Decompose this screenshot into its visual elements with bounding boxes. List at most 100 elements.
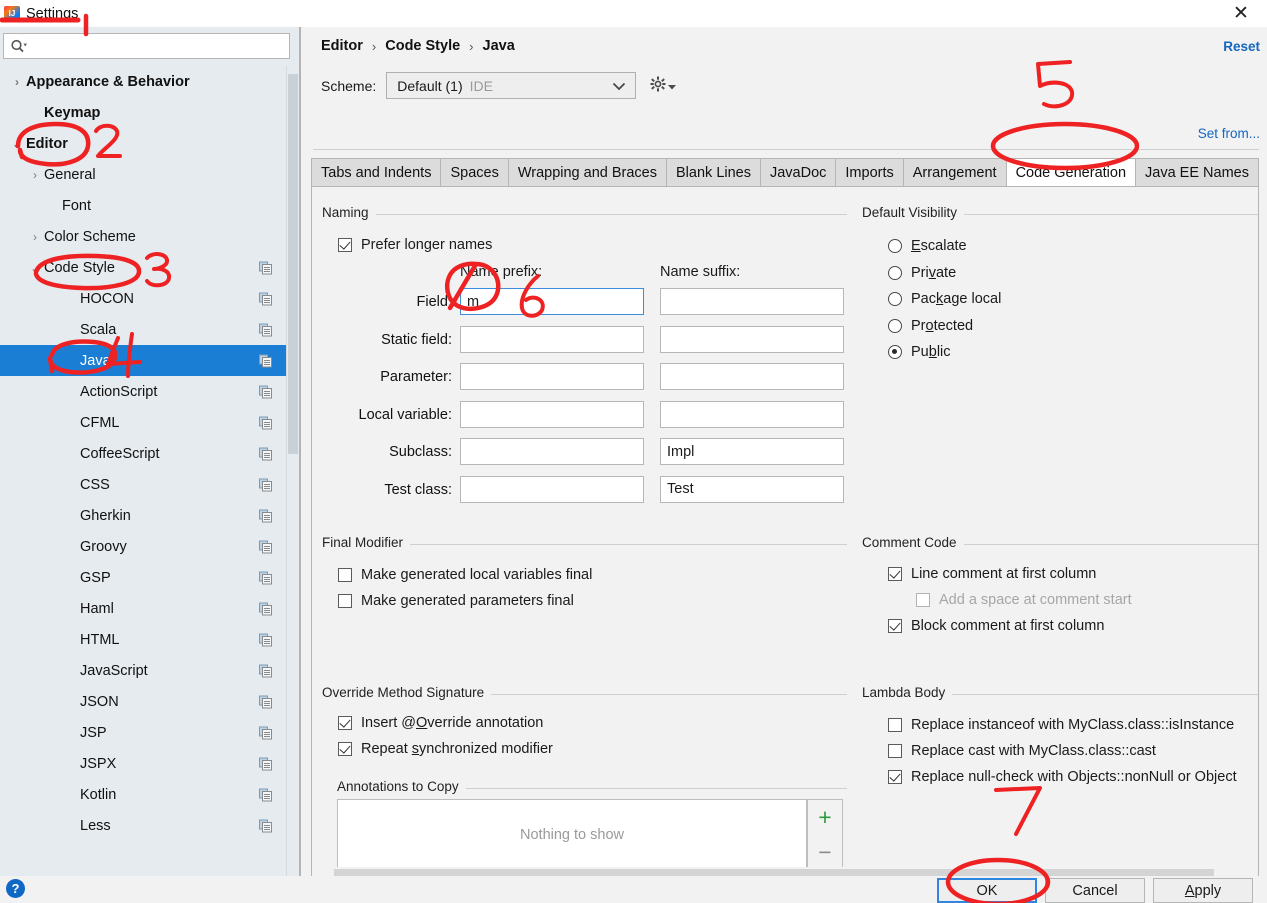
suffix-input-static-field[interactable] xyxy=(660,325,844,353)
copy-scheme-icon[interactable] xyxy=(259,323,272,336)
sidebar-item-json[interactable]: JSON xyxy=(0,686,293,717)
code-style-tabs[interactable]: Tabs and Indents Spaces Wrapping and Brace… xyxy=(311,158,1259,187)
copy-scheme-icon[interactable] xyxy=(259,633,272,646)
copy-scheme-icon[interactable] xyxy=(259,261,272,274)
tab-javadoc[interactable]: JavaDoc xyxy=(759,158,837,187)
prefix-input-parameter[interactable] xyxy=(460,363,644,390)
copy-scheme-icon[interactable] xyxy=(259,478,272,491)
sidebar-item-gsp[interactable]: GSP xyxy=(0,562,293,593)
checkbox-replace-null-check-with-objects-nonnull-or-object[interactable]: Replace null-check with Objects::nonNull… xyxy=(888,764,1237,790)
radio-package-local[interactable]: Package local xyxy=(888,286,1001,313)
sidebar-item-jspx[interactable]: JSPX xyxy=(0,748,293,779)
checkbox-replace-instanceof-with-myclass-class-isinstance[interactable]: Replace instanceof with MyClass.class::i… xyxy=(888,712,1237,738)
sidebar-item-css[interactable]: CSS xyxy=(0,469,293,500)
sidebar-item-scala[interactable]: Scala xyxy=(0,314,293,345)
copy-scheme-icon[interactable] xyxy=(259,416,272,429)
sidebar-item-editor[interactable]: ⌄ Editor xyxy=(0,128,293,159)
sidebar-item-font[interactable]: Font xyxy=(0,190,293,221)
suffix-input-test-class[interactable]: Test xyxy=(660,475,844,503)
default-visibility-options[interactable]: Escalate Private Package local Protected Pub… xyxy=(888,233,1001,366)
copy-scheme-icon[interactable] xyxy=(259,819,272,832)
checkbox-make-generated-parameters-final[interactable]: Make generated parameters final xyxy=(338,588,592,614)
copy-scheme-icon[interactable] xyxy=(259,695,272,708)
sidebar-item-haml[interactable]: Haml xyxy=(0,593,293,624)
prefix-input-test-class[interactable] xyxy=(460,475,644,503)
checkbox-replace-cast-with-myclass-class-cast[interactable]: Replace cast with MyClass.class::cast xyxy=(888,738,1237,764)
copy-scheme-icon[interactable] xyxy=(259,664,272,677)
sidebar-item-jsp[interactable]: JSP xyxy=(0,717,293,748)
chevron-down-icon[interactable]: ⌄ xyxy=(8,137,26,151)
copy-scheme-icon[interactable] xyxy=(259,509,272,522)
scheme-settings-button[interactable] xyxy=(650,76,677,95)
copy-scheme-icon[interactable] xyxy=(259,447,272,460)
breadcrumb-item-code-style[interactable]: Code Style xyxy=(385,38,460,54)
suffix-input-parameter[interactable] xyxy=(660,363,844,390)
suffix-input-field[interactable] xyxy=(660,288,844,315)
tab-spaces[interactable]: Spaces xyxy=(440,158,509,187)
copy-scheme-icon[interactable] xyxy=(259,602,272,615)
sidebar-item-gherkin[interactable]: Gherkin xyxy=(0,500,293,531)
sidebar-item-cfml[interactable]: CFML xyxy=(0,407,293,438)
sidebar-item-less[interactable]: Less xyxy=(0,810,293,841)
radio-public[interactable]: Public xyxy=(888,339,1001,366)
checkbox-line-comment-at-first-column[interactable]: Line comment at first column xyxy=(888,561,1132,587)
tab-tabs-and-indents[interactable]: Tabs and Indents xyxy=(311,158,442,187)
chevron-right-icon[interactable]: › xyxy=(8,75,26,89)
breadcrumb-item-editor[interactable]: Editor xyxy=(321,38,363,54)
tab-arrangement[interactable]: Arrangement xyxy=(902,158,1007,187)
reset-link[interactable]: Reset xyxy=(1223,39,1260,54)
checkbox-insert-override-annotation[interactable]: Insert @Override annotation xyxy=(338,710,553,736)
chevron-right-icon[interactable]: › xyxy=(26,168,44,182)
annotations-to-copy-list[interactable]: Nothing to show xyxy=(337,799,807,867)
checkbox-block-comment-at-first-column[interactable]: Block comment at first column xyxy=(888,613,1132,639)
sidebar-scrollbar-track[interactable] xyxy=(286,66,300,876)
sidebar-item-color-scheme[interactable]: › Color Scheme xyxy=(0,221,293,252)
chevron-down-icon[interactable]: ⌄ xyxy=(26,261,44,275)
minus-icon[interactable]: − xyxy=(807,835,843,867)
copy-scheme-icon[interactable] xyxy=(259,788,272,801)
apply-button[interactable]: Apply xyxy=(1153,878,1253,903)
radio-private[interactable]: Private xyxy=(888,260,1001,287)
suffix-input-local-variable[interactable] xyxy=(660,400,844,428)
help-icon[interactable]: ? xyxy=(6,879,25,898)
sidebar-item-javascript[interactable]: JavaScript xyxy=(0,655,293,686)
checkbox-make-generated-local-variables-final[interactable]: Make generated local variables final xyxy=(338,562,592,588)
sidebar-item-keymap[interactable]: Keymap xyxy=(0,97,293,128)
settings-tree[interactable]: › Appearance & Behavior Keymap ⌄ Editor › Gene… xyxy=(0,66,293,876)
sidebar-item-java[interactable]: Java xyxy=(0,345,293,376)
checkbox-repeat-synchronized-modifier[interactable]: Repeat synchronized modifier xyxy=(338,736,553,762)
set-from-link[interactable]: Set from... xyxy=(1198,126,1260,141)
copy-scheme-icon[interactable] xyxy=(259,292,272,305)
tab-wrapping-and-braces[interactable]: Wrapping and Braces xyxy=(507,158,668,187)
radio-escalate[interactable]: Escalate xyxy=(888,233,1001,260)
sidebar-item-appearance-behavior[interactable]: › Appearance & Behavior xyxy=(0,66,293,97)
tab-java-ee-names[interactable]: Java EE Names xyxy=(1135,158,1259,187)
copy-scheme-icon[interactable] xyxy=(259,726,272,739)
prefix-input-local-variable[interactable] xyxy=(460,400,644,428)
chevron-right-icon[interactable]: › xyxy=(26,230,44,244)
sidebar-item-kotlin[interactable]: Kotlin xyxy=(0,779,293,810)
tab-imports[interactable]: Imports xyxy=(835,158,904,187)
sidebar-item-coffeescript[interactable]: CoffeeScript xyxy=(0,438,293,469)
sidebar-item-general[interactable]: › General xyxy=(0,159,293,190)
ok-button[interactable]: OK xyxy=(937,878,1037,903)
copy-scheme-icon[interactable] xyxy=(259,354,272,367)
prefer-longer-names-checkbox[interactable]: Prefer longer names xyxy=(338,232,492,258)
prefix-input-subclass[interactable] xyxy=(460,438,644,465)
copy-scheme-icon[interactable] xyxy=(259,571,272,584)
tab-blank-lines[interactable]: Blank Lines xyxy=(666,158,761,187)
sidebar-item-actionscript[interactable]: ActionScript xyxy=(0,376,293,407)
sidebar-scrollbar-thumb[interactable] xyxy=(288,74,298,454)
close-icon[interactable]: ✕ xyxy=(1221,0,1261,27)
search-input[interactable] xyxy=(31,35,289,57)
tab-code-generation[interactable]: Code Generation xyxy=(1005,158,1137,187)
suffix-input-subclass[interactable]: Impl xyxy=(660,438,844,465)
copy-scheme-icon[interactable] xyxy=(259,757,272,770)
prefix-input-field[interactable]: m xyxy=(460,288,644,315)
plus-icon[interactable]: + xyxy=(807,800,843,835)
breadcrumb-item-java[interactable]: Java xyxy=(483,38,515,54)
copy-scheme-icon[interactable] xyxy=(259,385,272,398)
sidebar-item-hocon[interactable]: HOCON xyxy=(0,283,293,314)
radio-protected[interactable]: Protected xyxy=(888,313,1001,340)
copy-scheme-icon[interactable] xyxy=(259,540,272,553)
